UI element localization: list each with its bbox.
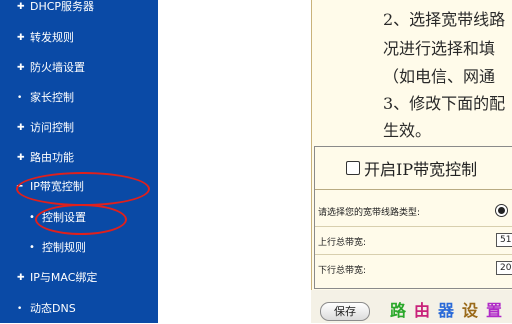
sidebar-item-label: IP带宽控制 (30, 180, 84, 193)
plus-icon: ✚ (17, 33, 25, 43)
sidebar-item-dhcp[interactable]: ✚ DHCP服务器 (0, 0, 158, 22)
enable-bandwidth-label: 开启IP带宽控制 (364, 160, 478, 179)
save-button[interactable]: 保存 (320, 302, 370, 321)
upload-bandwidth-input[interactable]: 51 (496, 233, 512, 247)
sidebar-item-ip-mac-binding[interactable]: ✚ IP与MAC绑定 (0, 263, 158, 293)
watermark-char: 路 (390, 301, 407, 320)
bullet-icon: • (29, 212, 35, 223)
radio-dot-icon (498, 207, 505, 214)
sidebar-item-control-settings[interactable]: • 控制设置 (0, 203, 158, 233)
bullet-icon: • (17, 304, 23, 314)
sidebar-item-ddns[interactable]: • 动态DNS (0, 294, 158, 324)
line-type-radio[interactable] (495, 204, 508, 217)
row-divider (315, 254, 512, 255)
sidebar-item-access-control[interactable]: ✚ 访问控制 (0, 113, 158, 143)
watermark-char: 设 (462, 301, 479, 320)
enable-bandwidth-checkbox[interactable] (346, 161, 360, 175)
sidebar-item-label: 动态DNS (30, 302, 76, 315)
sidebar-item-firewall[interactable]: ✚ 防火墙设置 (0, 53, 158, 83)
sidebar-item-forwarding-rules[interactable]: ✚ 转发规则 (0, 23, 158, 53)
sidebar-item-label: 访问控制 (30, 121, 74, 134)
sidebar-item-parental-control[interactable]: • 家长控制 (0, 83, 158, 113)
bullet-icon: • (29, 242, 35, 253)
plus-icon: ✚ (17, 273, 25, 283)
download-bandwidth-input[interactable]: 20 (496, 261, 512, 275)
sidebar-item-label: 路由功能 (30, 151, 74, 164)
instruction-line: 2、选择宽带线路 (383, 10, 506, 29)
line-type-label: 请选择您的宽带线路类型: (318, 208, 421, 218)
sidebar-item-label: DHCP服务器 (30, 0, 95, 13)
minus-icon: ━ (17, 182, 23, 192)
sidebar-item-label: IP与MAC绑定 (30, 271, 98, 284)
row-divider (315, 226, 512, 227)
sidebar-item-label: 防火墙设置 (30, 61, 85, 74)
instruction-line: 3、修改下面的配 (383, 94, 506, 113)
download-bandwidth-label: 下行总带宽: (318, 266, 367, 276)
watermark-char: 由 (414, 301, 431, 320)
instruction-line: 况进行选择和填 (383, 39, 496, 58)
plus-icon: ✚ (17, 153, 25, 163)
sidebar-item-routing[interactable]: ✚ 路由功能 (0, 143, 158, 173)
bandwidth-control-box: 开启IP带宽控制 请选择您的宽带线路类型: 上行总带宽: 51 下行总带宽: 2… (314, 146, 512, 289)
upload-bandwidth-label: 上行总带宽: (318, 238, 367, 248)
sidebar-item-control-rules[interactable]: • 控制规则 (0, 233, 158, 263)
instruction-line: （如电信、网通 (383, 67, 496, 86)
bandwidth-control-header: 开启IP带宽控制 (315, 147, 512, 190)
content-blank-area (158, 0, 311, 290)
sidebar-item-label: 控制规则 (42, 241, 86, 254)
plus-icon: ✚ (17, 123, 25, 133)
plus-icon: ✚ (17, 2, 25, 12)
sidebar-item-label: 控制设置 (42, 211, 86, 224)
sidebar-nav: ✚ DHCP服务器 ✚ 转发规则 ✚ 防火墙设置 • 家长控制 ✚ 访问控制 ✚ 路由功能 … (0, 0, 158, 323)
instruction-line: 生效。 (383, 121, 432, 140)
sidebar-item-label: 转发规则 (30, 31, 74, 44)
plus-icon: ✚ (17, 63, 25, 73)
bullet-icon: • (17, 93, 23, 103)
sidebar-item-ip-bandwidth-control[interactable]: ━ IP带宽控制 (0, 172, 158, 202)
sidebar-item-label: 家长控制 (30, 91, 74, 104)
watermark-char: 置 (486, 301, 503, 320)
watermark-char: 器 (438, 301, 455, 320)
